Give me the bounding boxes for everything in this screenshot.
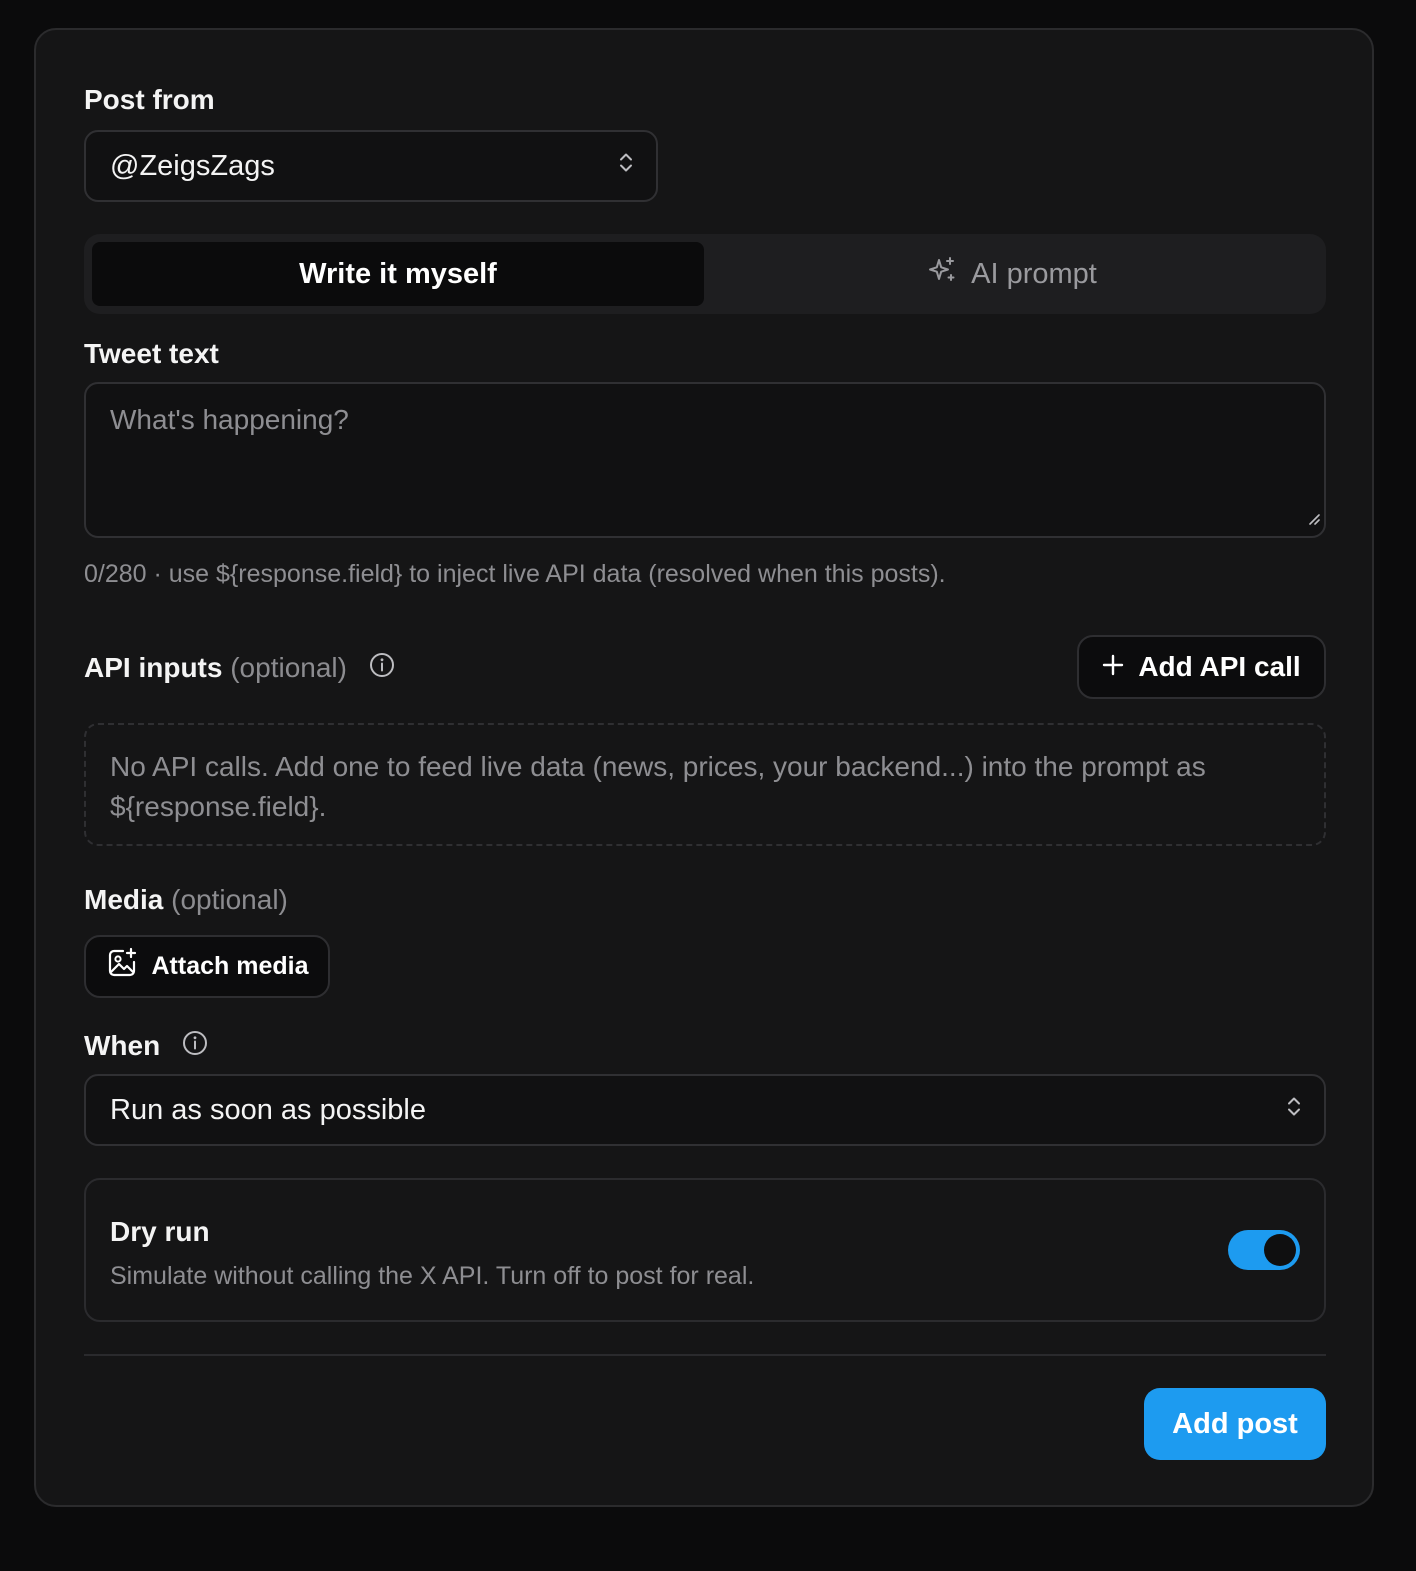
attach-media-label: Attach media — [151, 952, 309, 980]
info-icon[interactable] — [369, 652, 395, 683]
footer-divider — [84, 1354, 1326, 1356]
tweet-text-label: Tweet text — [84, 338, 219, 369]
sparkles-icon — [927, 255, 957, 293]
chevron-updown-icon — [618, 150, 634, 183]
media-label: Media — [84, 884, 164, 915]
dry-run-panel: Dry run Simulate without calling the X A… — [84, 1178, 1326, 1322]
attach-media-button[interactable]: Attach media — [84, 935, 330, 998]
api-inputs-optional: (optional) — [230, 652, 347, 683]
add-api-call-label: Add API call — [1138, 651, 1301, 682]
info-icon[interactable] — [182, 1030, 208, 1061]
api-calls-empty-state: No API calls. Add one to feed live data … — [84, 723, 1326, 846]
tweet-placeholder: What's happening? — [110, 404, 349, 435]
when-label: When — [84, 1030, 161, 1061]
api-inputs-label: API inputs — [84, 652, 223, 683]
dry-run-description: Simulate without calling the X API. Turn… — [110, 1262, 755, 1290]
schedule-select-value: Run as soon as possible — [110, 1093, 426, 1126]
dry-run-title: Dry run — [110, 1216, 210, 1247]
plus-icon — [1102, 651, 1124, 683]
dry-run-toggle[interactable] — [1228, 1230, 1300, 1270]
tweet-textarea[interactable]: What's happening? — [84, 382, 1326, 538]
resize-handle-icon[interactable] — [1306, 500, 1320, 532]
add-api-call-button[interactable]: Add API call — [1077, 635, 1326, 699]
tab-ai-prompt-label: AI prompt — [971, 257, 1097, 290]
when-heading: When — [84, 1030, 208, 1063]
image-plus-icon — [106, 947, 138, 986]
api-inputs-heading: API inputs (optional) — [84, 652, 395, 685]
media-heading: Media (optional) — [84, 886, 288, 914]
add-post-form-card: Post from @ZeigsZags Write it myself AI … — [34, 28, 1374, 1507]
add-post-button[interactable]: Add post — [1144, 1388, 1326, 1460]
tab-ai-prompt[interactable]: AI prompt — [706, 242, 1318, 306]
account-select-value: @ZeigsZags — [110, 149, 275, 182]
toggle-knob — [1264, 1234, 1296, 1266]
tab-write-it-myself[interactable]: Write it myself — [92, 242, 704, 306]
account-select[interactable]: @ZeigsZags — [84, 130, 658, 202]
media-optional: (optional) — [171, 884, 288, 915]
post-from-label: Post from — [84, 84, 215, 115]
chevron-updown-icon — [1286, 1094, 1302, 1127]
schedule-select[interactable]: Run as soon as possible — [84, 1074, 1326, 1146]
compose-mode-tabs: Write it myself AI prompt — [84, 234, 1326, 314]
tweet-char-count-hint: 0/280 · use ${response.field} to inject … — [84, 560, 946, 588]
